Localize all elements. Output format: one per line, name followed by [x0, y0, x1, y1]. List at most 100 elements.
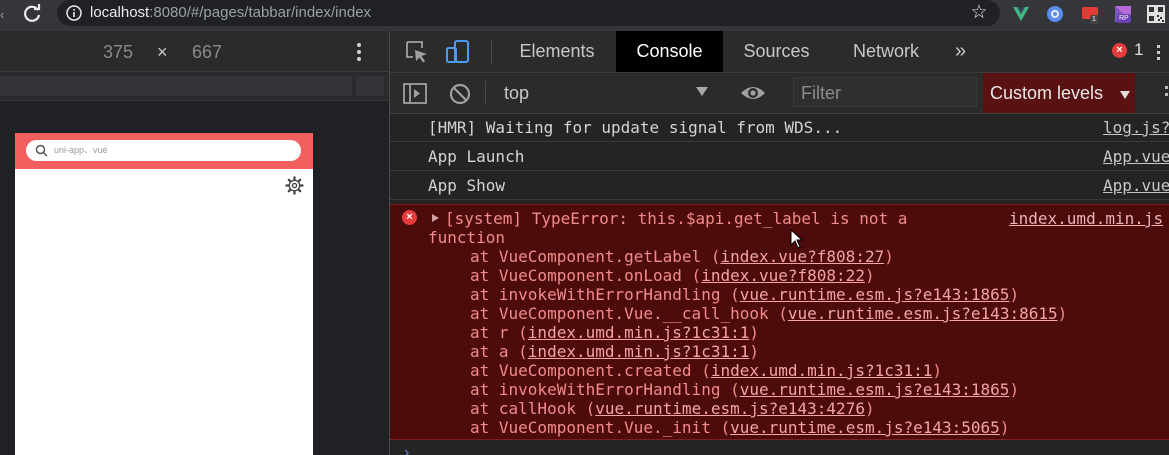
device-width-input[interactable]: 375: [103, 41, 133, 63]
tab-sources[interactable]: Sources: [731, 31, 822, 72]
console-message-text: App Show: [428, 176, 506, 195]
error-message-continuation: function: [428, 228, 506, 247]
stack-frame-link[interactable]: index.umd.min.js?1c31:1: [528, 323, 750, 342]
console-message-source-link[interactable]: App.vue: [1103, 176, 1169, 196]
stack-frame: at invokeWithErrorHandling (vue.runtime.…: [470, 285, 1067, 304]
console-prompt[interactable]: ›: [404, 445, 409, 455]
devtools-tab-bar: Elements Console Sources Network » × 1: [390, 31, 1169, 73]
device-toolbar: 375 × 667: [0, 31, 389, 72]
device-more-options-icon[interactable]: [352, 41, 366, 63]
stack-frame-link[interactable]: vue.runtime.esm.js?e143:5065: [730, 418, 1000, 437]
stack-frame-text: at r (: [470, 323, 528, 342]
stack-frame-link[interactable]: index.umd.min.js?1c31:1: [528, 342, 750, 361]
stack-frame-close: ): [999, 418, 1010, 437]
filter-input[interactable]: Filter: [793, 77, 977, 107]
log-levels-dropdown[interactable]: Custom levels: [983, 73, 1135, 113]
console-output: [HMR] Waiting for update signal from WDS…: [390, 114, 1169, 455]
filter-placeholder: Filter: [801, 83, 841, 103]
inspect-element-icon[interactable]: [404, 39, 430, 65]
error-count: 1: [1134, 40, 1144, 59]
dimension-separator: ×: [157, 42, 168, 62]
stack-frame-link[interactable]: vue.runtime.esm.js?e143:1865: [740, 380, 1010, 399]
tab-separator: [491, 40, 492, 64]
address-bar[interactable]: localhost:8080/#/pages/tabbar/index/inde…: [57, 0, 1000, 26]
info-icon[interactable]: [66, 5, 82, 21]
error-icon: ×: [402, 210, 417, 225]
expand-triangle-icon[interactable]: [432, 214, 439, 222]
media-query-bar-end[interactable]: [356, 76, 384, 96]
stack-frame: at r (index.umd.min.js?1c31:1): [470, 323, 1067, 342]
url-text: localhost:8080/#/pages/tabbar/index/inde…: [90, 4, 371, 22]
device-emulation-pane: 375 × 667 uni-app、vue: [0, 31, 389, 455]
error-message-text: [system] TypeError: this.$api.get_label …: [445, 209, 908, 228]
console-message-text: App Launch: [428, 147, 525, 166]
stack-frame-close: ): [884, 247, 894, 266]
context-selector[interactable]: top: [504, 81, 529, 105]
stack-frame-link[interactable]: vue.runtime.esm.js?e143:1865: [740, 285, 1010, 304]
mouse-cursor-icon: [790, 228, 804, 249]
stack-frame-text: at VueComponent.created (: [470, 361, 711, 380]
stack-frame-close: ): [864, 266, 875, 285]
stack-frame-close: ): [864, 399, 875, 418]
reload-icon[interactable]: [20, 2, 44, 26]
console-settings-icon[interactable]: [1165, 83, 1168, 103]
stack-frame: at a (index.umd.min.js?1c31:1): [470, 342, 1067, 361]
stack-frame-text: at invokeWithErrorHandling (: [470, 285, 740, 304]
more-tabs-icon[interactable]: »: [955, 39, 977, 63]
stack-frame-text: at VueComponent.getLabel (: [470, 247, 721, 266]
stack-frame-link[interactable]: vue.runtime.esm.js?e143:4276: [595, 399, 865, 418]
device-height-input[interactable]: 667: [192, 41, 222, 63]
search-placeholder: uni-app、vue: [54, 145, 108, 155]
settings-gear-icon[interactable]: [285, 176, 304, 195]
qr-code-icon[interactable]: [1146, 4, 1166, 24]
stack-frame-close: ): [932, 361, 943, 380]
console-message: App Launch App.vue: [390, 143, 1169, 171]
stack-frame-text: at VueComponent.Vue._init (: [470, 418, 731, 437]
stack-frame-link[interactable]: index.vue?f808:22: [701, 266, 865, 285]
tab-network[interactable]: Network: [838, 31, 934, 72]
console-message-text: [HMR] Waiting for update signal from WDS…: [428, 118, 843, 137]
live-expression-eye-icon[interactable]: [739, 83, 767, 103]
bookmark-star-icon[interactable]: ☆: [969, 2, 989, 24]
console-toolbar: top Filter Custom levels: [390, 73, 1169, 114]
stack-frame: at VueComponent.Vue.__call_hook (vue.run…: [470, 304, 1067, 323]
console-message-source-link[interactable]: log.js?: [1103, 118, 1169, 138]
device-viewport: uni-app、vue: [15, 133, 313, 455]
extension-rp-badge: RP: [1117, 14, 1131, 23]
url-host: localhost: [90, 4, 150, 21]
devtools-panel: Elements Console Sources Network » × 1 t…: [389, 31, 1169, 455]
search-input[interactable]: uni-app、vue: [26, 140, 301, 161]
browser-toolbar: ‹ localhost:8080/#/pages/tabbar/index/in…: [0, 0, 1169, 31]
console-error-message: × [system] TypeError: this.$api.get_labe…: [390, 204, 1169, 440]
stack-frame-text: at invokeWithErrorHandling (: [470, 380, 740, 399]
tab-console[interactable]: Console: [616, 31, 723, 72]
extension-red-icon[interactable]: 1: [1081, 4, 1101, 24]
stack-frame-link[interactable]: vue.runtime.esm.js?e143:8615: [788, 304, 1058, 323]
clear-console-icon[interactable]: [447, 81, 473, 107]
sidebar-toggle-icon[interactable]: [402, 81, 428, 107]
stack-frame: at VueComponent.Vue._init (vue.runtime.e…: [470, 418, 1067, 437]
stack-frame-text: at VueComponent.onLoad (: [470, 266, 702, 285]
stack-frame-close: ): [749, 323, 759, 342]
error-counter[interactable]: × 1: [1112, 40, 1152, 63]
vue-devtools-icon[interactable]: [1011, 4, 1031, 24]
forward-icon[interactable]: ‹: [0, 7, 8, 23]
stack-frame-close: ): [749, 342, 759, 361]
media-query-bar-main[interactable]: [0, 76, 352, 96]
console-message-source-link[interactable]: App.vue: [1103, 147, 1169, 167]
search-icon: [35, 144, 48, 157]
media-query-bar: [0, 72, 389, 101]
chevron-down-icon: [1120, 91, 1130, 99]
stack-frame-link[interactable]: index.vue?f808:27: [720, 247, 884, 266]
stack-frame-link[interactable]: index.umd.min.js?1c31:1: [711, 361, 933, 380]
context-dropdown-arrow-icon[interactable]: [696, 87, 708, 96]
extension-rp-icon[interactable]: RP: [1113, 4, 1133, 24]
device-toolbar-toggle-icon[interactable]: [445, 39, 471, 65]
devtools-menu-icon[interactable]: [1157, 43, 1163, 63]
tab-elements[interactable]: Elements: [507, 31, 607, 72]
stack-frame-close: ): [1009, 380, 1020, 399]
console-message: App Show App.vue: [390, 172, 1169, 200]
error-source-link[interactable]: index.umd.min.js: [1009, 209, 1163, 228]
stack-frame: at VueComponent.created (index.umd.min.j…: [470, 361, 1067, 380]
extension-blue-icon[interactable]: [1045, 4, 1065, 24]
